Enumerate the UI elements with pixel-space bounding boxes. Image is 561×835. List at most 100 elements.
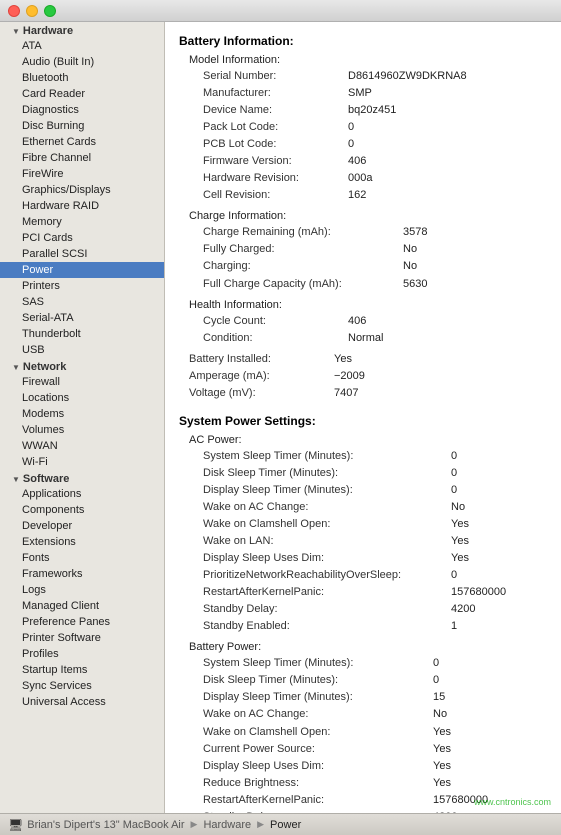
info-value: 0 bbox=[451, 567, 457, 584]
sidebar-item-volumes[interactable]: Volumes bbox=[0, 422, 164, 438]
sidebar-item-audio[interactable]: Audio (Built In) bbox=[0, 54, 164, 70]
info-value: 5630 bbox=[403, 276, 427, 293]
sidebar-item-wwan[interactable]: WWAN bbox=[0, 438, 164, 454]
sidebar-item-ethernet-cards[interactable]: Ethernet Cards bbox=[0, 134, 164, 150]
sidebar-section-hardware[interactable]: ▼Hardware bbox=[0, 22, 164, 38]
sidebar-item-parallel-scsi[interactable]: Parallel SCSI bbox=[0, 246, 164, 262]
sidebar-section-software[interactable]: ▼Software bbox=[0, 470, 164, 486]
info-row: Wake on Clamshell Open:Yes bbox=[203, 516, 547, 533]
info-row: System Sleep Timer (Minutes):0 bbox=[203, 655, 547, 672]
info-value: 0 bbox=[451, 465, 457, 482]
sidebar-item-printer-software[interactable]: Printer Software bbox=[0, 630, 164, 646]
info-value: 0 bbox=[348, 136, 354, 153]
sidebar-item-disc-burning[interactable]: Disc Burning bbox=[0, 118, 164, 134]
sidebar-item-printers[interactable]: Printers bbox=[0, 278, 164, 294]
info-label: Standby Delay: bbox=[203, 601, 451, 618]
info-row: RestartAfterKernelPanic:157680000 bbox=[203, 792, 547, 809]
sidebar-item-serial-ata[interactable]: Serial-ATA bbox=[0, 310, 164, 326]
sub-section-header: Model Information: bbox=[189, 54, 547, 66]
sidebar-item-usb[interactable]: USB bbox=[0, 342, 164, 358]
sidebar-item-fonts[interactable]: Fonts bbox=[0, 550, 164, 566]
sidebar-item-pci-cards[interactable]: PCI Cards bbox=[0, 230, 164, 246]
info-label: Device Name: bbox=[203, 102, 348, 119]
minimize-button[interactable] bbox=[26, 5, 38, 17]
sidebar-item-thunderbolt[interactable]: Thunderbolt bbox=[0, 326, 164, 342]
sidebar: ▼HardwareATAAudio (Built In)BluetoothCar… bbox=[0, 22, 165, 813]
title-bar bbox=[0, 0, 561, 22]
info-row: Charge Remaining (mAh):3578 bbox=[203, 224, 547, 241]
info-label: Display Sleep Uses Dim: bbox=[203, 550, 451, 567]
info-label: Wake on Clamshell Open: bbox=[203, 516, 451, 533]
sidebar-item-wi-fi[interactable]: Wi-Fi bbox=[0, 454, 164, 470]
sidebar-item-card-reader[interactable]: Card Reader bbox=[0, 86, 164, 102]
sidebar-item-bluetooth[interactable]: Bluetooth bbox=[0, 70, 164, 86]
sidebar-item-developer[interactable]: Developer bbox=[0, 518, 164, 534]
info-label: Wake on AC Change: bbox=[203, 706, 433, 723]
info-label: Full Charge Capacity (mAh): bbox=[203, 276, 403, 293]
maximize-button[interactable] bbox=[44, 5, 56, 17]
info-row: Display Sleep Timer (Minutes):0 bbox=[203, 482, 547, 499]
info-label: System Sleep Timer (Minutes): bbox=[203, 448, 451, 465]
sidebar-item-locations[interactable]: Locations bbox=[0, 390, 164, 406]
info-label: Display Sleep Timer (Minutes): bbox=[203, 482, 451, 499]
info-row: Reduce Brightness:Yes bbox=[203, 775, 547, 792]
info-label: Disk Sleep Timer (Minutes): bbox=[203, 672, 433, 689]
sidebar-item-diagnostics[interactable]: Diagnostics bbox=[0, 102, 164, 118]
info-table: Cycle Count:406Condition:Normal bbox=[203, 313, 547, 347]
sidebar-item-power[interactable]: Power bbox=[0, 262, 164, 278]
sidebar-item-modems[interactable]: Modems bbox=[0, 406, 164, 422]
info-label: Condition: bbox=[203, 330, 348, 347]
sidebar-item-firewire[interactable]: FireWire bbox=[0, 166, 164, 182]
info-row: Pack Lot Code:0 bbox=[203, 119, 547, 136]
sidebar-item-preference-panes[interactable]: Preference Panes bbox=[0, 614, 164, 630]
info-row: Firmware Version:406 bbox=[203, 153, 547, 170]
info-value: 000a bbox=[348, 170, 372, 187]
sidebar-item-startup-items[interactable]: Startup Items bbox=[0, 662, 164, 678]
sidebar-section-network[interactable]: ▼Network bbox=[0, 358, 164, 374]
info-value: Yes bbox=[451, 550, 469, 567]
info-label: Wake on LAN: bbox=[203, 533, 451, 550]
breadcrumb-separator: ▶ bbox=[257, 819, 264, 830]
triangle-icon: ▼ bbox=[12, 27, 20, 36]
sub-section-header: AC Power: bbox=[189, 434, 547, 446]
info-label: Standby Delay: bbox=[203, 809, 433, 813]
info-row: Battery Installed:Yes bbox=[189, 351, 547, 368]
info-row: Cell Revision:162 bbox=[203, 187, 547, 204]
breadcrumb-separator: ▶ bbox=[191, 819, 198, 830]
info-value: D8614960ZW9DKRNA8 bbox=[348, 68, 467, 85]
sidebar-item-fibre-channel[interactable]: Fibre Channel bbox=[0, 150, 164, 166]
info-value: 162 bbox=[348, 187, 366, 204]
info-table: System Sleep Timer (Minutes):0Disk Sleep… bbox=[203, 655, 547, 813]
sidebar-item-sync-services[interactable]: Sync Services bbox=[0, 678, 164, 694]
sidebar-item-frameworks[interactable]: Frameworks bbox=[0, 566, 164, 582]
sidebar-item-profiles[interactable]: Profiles bbox=[0, 646, 164, 662]
info-value: 0 bbox=[451, 448, 457, 465]
info-label: Fully Charged: bbox=[203, 241, 403, 258]
sidebar-item-sas[interactable]: SAS bbox=[0, 294, 164, 310]
sidebar-item-managed-client[interactable]: Managed Client bbox=[0, 598, 164, 614]
info-value: Yes bbox=[433, 741, 451, 758]
sidebar-item-memory[interactable]: Memory bbox=[0, 214, 164, 230]
main-container: ▼HardwareATAAudio (Built In)BluetoothCar… bbox=[0, 22, 561, 813]
info-label: System Sleep Timer (Minutes): bbox=[203, 655, 433, 672]
breadcrumb-item[interactable]: Hardware bbox=[203, 819, 251, 831]
info-row: Standby Delay:4200 bbox=[203, 601, 547, 618]
breadcrumb-item[interactable]: Brian's Dipert's 13" MacBook Air bbox=[27, 819, 184, 831]
info-label: Pack Lot Code: bbox=[203, 119, 348, 136]
sidebar-item-firewall[interactable]: Firewall bbox=[0, 374, 164, 390]
info-label: Display Sleep Timer (Minutes): bbox=[203, 689, 433, 706]
sidebar-item-hardware-raid[interactable]: Hardware RAID bbox=[0, 198, 164, 214]
info-value: 4200 bbox=[451, 601, 475, 618]
computer-icon: 🖥 bbox=[8, 818, 23, 832]
sidebar-item-graphics-displays[interactable]: Graphics/Displays bbox=[0, 182, 164, 198]
sidebar-item-universal-access[interactable]: Universal Access bbox=[0, 694, 164, 710]
close-button[interactable] bbox=[8, 5, 20, 17]
info-row: Charging:No bbox=[203, 258, 547, 275]
info-label: Charging: bbox=[203, 258, 403, 275]
sidebar-item-components[interactable]: Components bbox=[0, 502, 164, 518]
sidebar-item-applications[interactable]: Applications bbox=[0, 486, 164, 502]
info-row: Standby Delay:4200 bbox=[203, 809, 547, 813]
sidebar-item-extensions[interactable]: Extensions bbox=[0, 534, 164, 550]
sidebar-item-logs[interactable]: Logs bbox=[0, 582, 164, 598]
sidebar-item-ata[interactable]: ATA bbox=[0, 38, 164, 54]
